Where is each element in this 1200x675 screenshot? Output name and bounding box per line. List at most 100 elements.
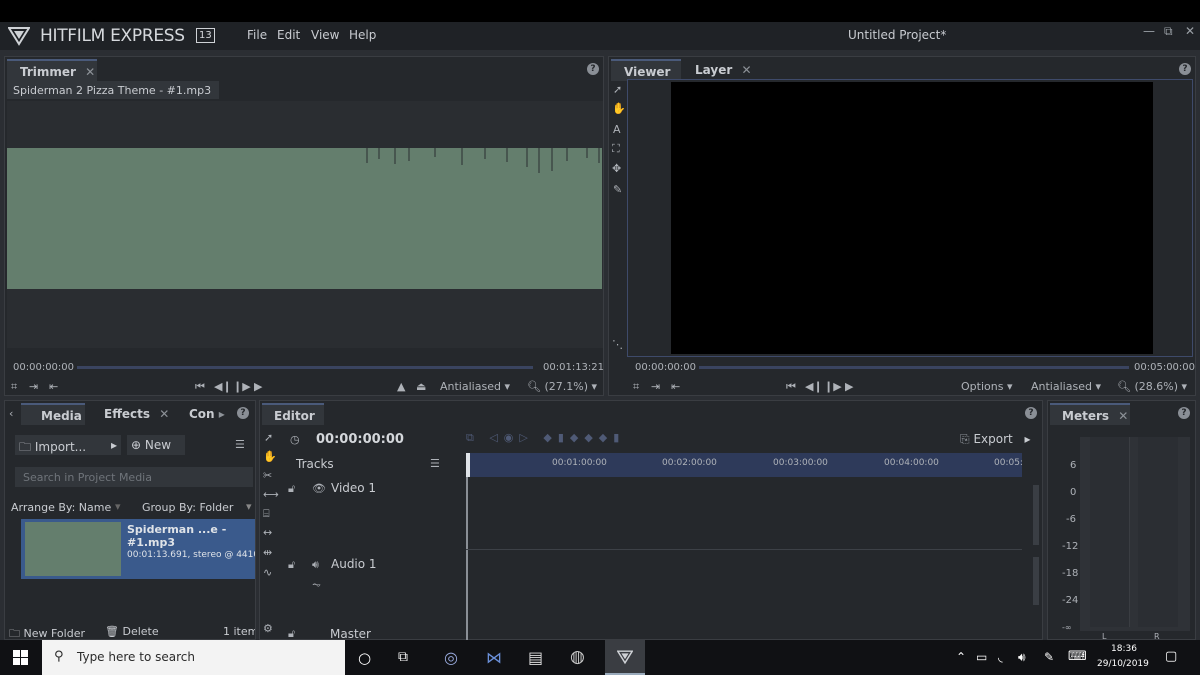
tray-chevron-up-icon[interactable]: ⌃ [956,650,966,664]
rate-tool-icon[interactable]: ∿ [263,567,272,579]
close-tab-icon[interactable]: ✕ [85,65,95,79]
step-forward-icon[interactable]: ❙▶ [824,381,842,393]
file-explorer-icon[interactable]: ▤ [528,648,543,667]
taskbar-search-box[interactable]: ⚲ Type here to search [42,640,345,675]
close-tab-icon[interactable]: ✕ [741,63,751,77]
scroll-left-icon[interactable]: ‹ [9,408,13,420]
audio-scrollbar[interactable] [1033,557,1039,605]
close-tab-icon[interactable]: ✕ [159,407,169,421]
step-back-icon[interactable]: ◀❙ [214,381,232,393]
lock-icon[interactable]: 🔓︎ [288,628,295,640]
overlay-icon[interactable]: ⇤ [49,381,58,393]
battery-icon[interactable]: ▭ [976,650,987,664]
help-icon[interactable]: ? [1178,407,1190,419]
settings-gear-icon[interactable]: ⚙ [263,623,273,635]
pen-icon[interactable]: ✎ [1044,650,1054,664]
new-button[interactable]: ⊕ New [127,435,185,455]
editor-marker-controls[interactable]: ⧉ ◁◉▷ ◆▮◆◆◆▮ [466,431,625,445]
viewer-scrub-bar[interactable] [699,366,1129,369]
help-icon[interactable]: ? [1179,63,1191,75]
notifications-icon[interactable]: ▢ [1165,649,1177,664]
waveform-area[interactable] [7,101,603,348]
crop-icon[interactable]: ⌗ [11,381,17,393]
timeline-ruler[interactable]: 00:01:00:00 00:02:00:00 00:03:00:00 00:0… [466,453,1022,477]
tracks-menu-icon[interactable]: ☰ [430,458,440,470]
visual-studio-icon[interactable]: ⋈ [486,648,502,667]
tab-meters[interactable]: Meters ✕ [1050,403,1130,425]
snapshot-icon[interactable]: ⇥ [651,381,660,393]
roll-tool-icon[interactable]: ⇹ [263,547,272,559]
close-tab-icon[interactable]: ✕ [1118,409,1128,423]
transform-tool-icon[interactable]: ⛶ [612,143,620,155]
tab-editor[interactable]: Editor [262,403,324,425]
razor-tool-icon[interactable]: ✂ [263,470,272,482]
viewer-zoom-select[interactable]: 🔍︎ (28.6%) ▾ [1117,380,1187,393]
text-tool-icon[interactable]: A [613,124,621,136]
eye-icon[interactable]: 👁︎ [312,483,326,495]
export-button[interactable]: ⎘ Export ▸ [960,432,1031,447]
trimmer-zoom-select[interactable]: 🔍︎ (27.1%) ▾ [527,380,597,393]
viewer-canvas[interactable] [671,82,1153,354]
group-by-select[interactable]: Group By: Folder [142,501,233,514]
tab-viewer[interactable]: Viewer [611,59,681,81]
video-scrollbar[interactable] [1033,485,1039,545]
insert-icon[interactable]: ⇥ [29,381,38,393]
viewer-antialias-select[interactable]: Antialiased ▾ [1031,380,1101,393]
wifi-icon[interactable]: ◟ [998,650,1003,664]
hitfilm-taskbar-button[interactable] [605,640,645,675]
arrange-by-select[interactable]: Arrange By: Name [11,501,111,514]
waveform-toggle-icon[interactable]: ⏦ [312,579,321,591]
tab-trimmer[interactable]: Trimmer ✕ [7,59,97,81]
media-item[interactable]: Spiderman ...e - #1.mp3 00:01:13.691, st… [21,519,255,579]
trimmer-scrub-bar[interactable] [77,366,533,369]
scroll-right-icon[interactable]: ▸ [219,407,225,421]
menu-view[interactable]: View [311,28,339,42]
slip-tool-icon[interactable]: ⟷ [263,489,279,501]
minimize-button[interactable]: — [1143,24,1155,38]
move-tool-icon[interactable]: ✥ [612,163,621,175]
speaker-icon[interactable]: 🔊︎ [312,559,319,571]
play-icon[interactable]: ▶ [254,381,262,393]
clock-date[interactable]: 29/10/2019 [1097,659,1149,669]
keyboard-icon[interactable]: ⌨ [1068,649,1087,664]
slide-tool-icon[interactable]: ⌸ [263,508,270,520]
hand-tool-icon[interactable]: ✋ [612,103,626,115]
playhead[interactable] [466,453,470,477]
editor-timecode[interactable]: 00:00:00:00 [316,432,404,447]
lock-icon[interactable]: 🔓︎ [288,483,295,495]
tab-layer[interactable]: Layer ✕ [695,63,752,77]
delete-button[interactable]: 🗑︎ Delete [105,625,159,638]
help-icon[interactable]: ? [237,407,249,419]
select-tool-icon[interactable]: ➚ [613,84,622,96]
lock-icon[interactable]: 🔓︎ [288,559,295,571]
resize-grip-icon[interactable]: ⋱ [612,339,623,351]
play-icon[interactable]: ▶ [845,381,853,393]
select-tool-icon[interactable]: ➚ [264,432,273,444]
volume-icon[interactable]: 🔊︎ [1018,650,1026,665]
hand-tool-icon[interactable]: ✋ [263,451,277,463]
list-menu-icon[interactable]: ☰ [235,439,245,451]
browser-icon[interactable]: ◍ [570,647,585,667]
tab-con[interactable]: Con ▸ [189,407,225,421]
clock-time[interactable]: 18:36 [1111,644,1137,654]
crop-icon[interactable]: ⌗ [633,381,639,393]
menu-edit[interactable]: Edit [277,28,300,42]
import-button[interactable]: 🗀︎ Import... ▸ [15,435,121,455]
ripple-tool-icon[interactable]: ↔ [263,527,272,539]
help-icon[interactable]: ? [587,63,599,75]
channel-icon[interactable]: ▲ [397,381,405,393]
media-search-input[interactable]: Search in Project Media [15,467,253,487]
menu-help[interactable]: Help [349,28,376,42]
tab-effects[interactable]: Effects ✕ [104,407,169,421]
pen-tool-icon[interactable]: ✎ [613,184,622,196]
chrome-icon[interactable]: ◎ [444,648,458,667]
close-button[interactable]: ✕ [1185,24,1195,38]
menu-file[interactable]: File [247,28,267,42]
step-forward-icon[interactable]: ❙▶ [233,381,251,393]
step-back-icon[interactable]: ◀❙ [805,381,823,393]
help-icon[interactable]: ? [1025,407,1037,419]
skip-start-icon[interactable]: ⏮ [786,381,796,393]
export-frame-icon[interactable]: ⇤ [671,381,680,393]
trimmer-antialias-select[interactable]: Antialiased ▾ [440,380,510,393]
viewer-options-menu[interactable]: Options ▾ [961,380,1012,393]
